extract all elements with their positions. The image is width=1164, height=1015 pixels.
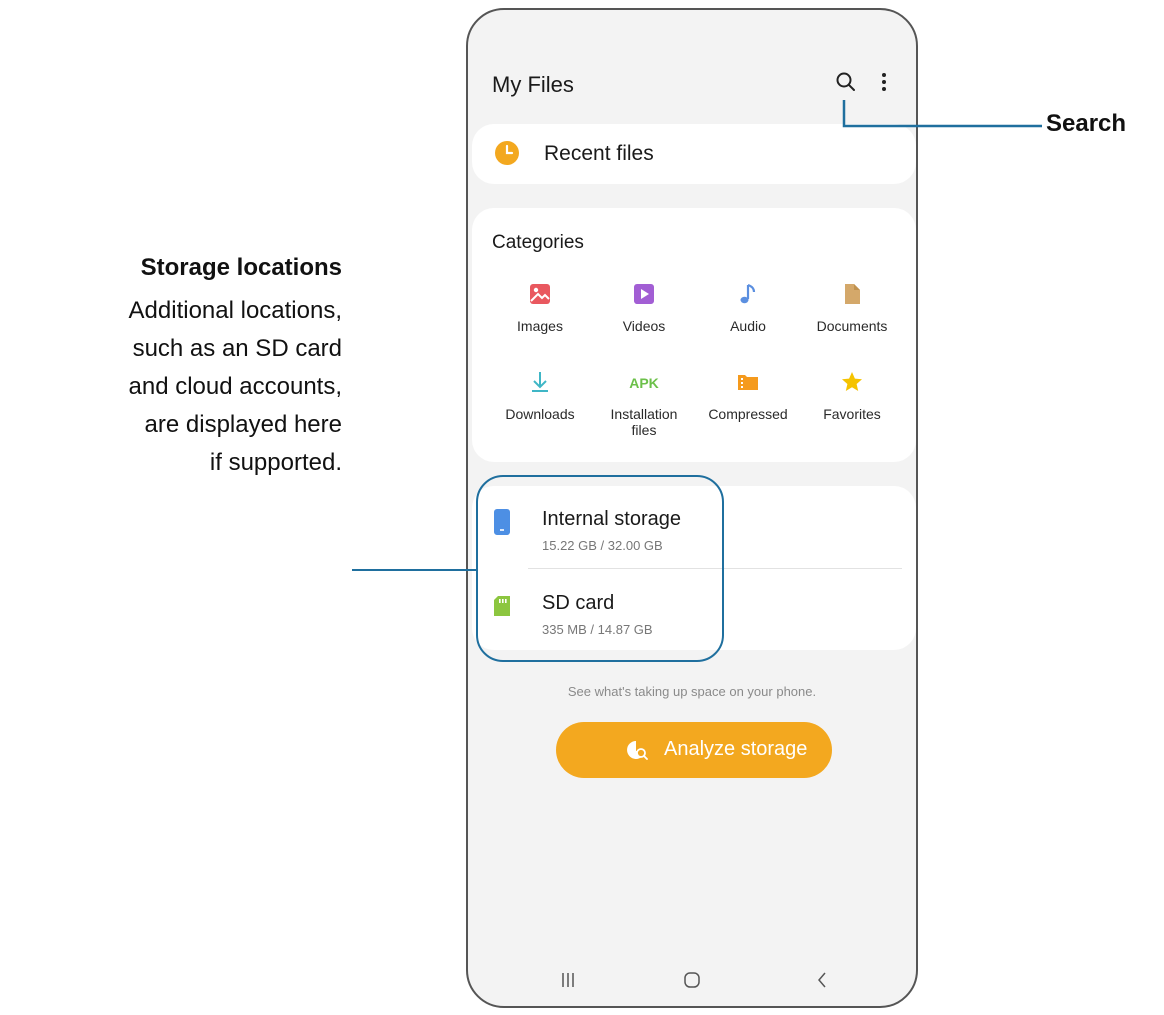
storage-size: 15.22 GB / 32.00 GB: [542, 538, 663, 553]
category-label: Installation files: [610, 406, 678, 438]
star-icon: [842, 372, 862, 391]
svg-text:APK: APK: [629, 375, 659, 391]
category-installation-files[interactable]: APK Installation files: [592, 370, 696, 438]
category-label: Favorites: [823, 406, 881, 422]
navigation-bar: [468, 954, 916, 1002]
storage-size: 335 MB / 14.87 GB: [542, 622, 653, 637]
sd-card-item[interactable]: SD card 335 MB / 14.87 GB: [472, 570, 916, 650]
phone-icon: [494, 509, 510, 535]
recent-files-label: Recent files: [544, 142, 654, 165]
category-audio[interactable]: Audio: [696, 282, 800, 334]
search-icon[interactable]: [834, 70, 858, 94]
page-title: My Files: [492, 72, 574, 97]
divider: [528, 568, 902, 569]
home-icon[interactable]: [672, 962, 712, 998]
search-annotation: Search: [1046, 110, 1127, 137]
annotation-line: if supported.: [209, 449, 342, 476]
recent-apps-icon[interactable]: [548, 962, 588, 998]
category-downloads[interactable]: Downloads: [488, 370, 592, 422]
categories-title: Categories: [492, 232, 584, 253]
archive-icon: [738, 375, 758, 390]
category-documents[interactable]: Documents: [800, 282, 904, 334]
annotation-line: such as an SD card: [132, 335, 342, 362]
storage-name: SD card: [542, 592, 615, 614]
annotation-line: are displayed here: [144, 411, 342, 438]
download-icon: [532, 372, 548, 392]
category-videos[interactable]: Videos: [592, 282, 696, 334]
recent-files-item[interactable]: Recent files: [472, 124, 916, 184]
annotation-line: Additional locations,: [128, 297, 342, 324]
back-icon[interactable]: [802, 962, 842, 998]
apk-icon: APK: [629, 375, 659, 391]
phone-screen: My Files Recent files Categories Images: [466, 8, 918, 1008]
category-compressed[interactable]: Compressed: [696, 370, 800, 422]
analyze-storage-label: Analyze storage: [664, 738, 808, 760]
video-icon: [634, 284, 654, 304]
document-icon: [845, 284, 860, 304]
image-icon: [530, 284, 550, 304]
storage-name: Internal storage: [542, 508, 681, 530]
storage-hint-text: See what's taking up space on your phone…: [567, 684, 817, 699]
category-images[interactable]: Images: [488, 282, 592, 334]
category-label: Documents: [816, 318, 888, 334]
storage-locations-annotation-text: Additional locations, such as an SD card…: [0, 292, 342, 482]
sd-card-icon: [494, 596, 510, 616]
more-options-icon[interactable]: [876, 70, 892, 94]
music-note-icon: [740, 283, 756, 304]
storage-locations-annotation-title: Storage locations: [140, 254, 342, 281]
category-favorites[interactable]: Favorites: [800, 370, 904, 422]
analyze-storage-button[interactable]: Analyze storage: [556, 722, 832, 778]
categories-card: Categories Images Videos Audio Documents…: [472, 208, 916, 462]
category-label: Images: [517, 318, 563, 334]
category-label: Compressed: [708, 406, 788, 422]
storage-locations-card: Internal storage 15.22 GB / 32.00 GB SD …: [472, 486, 916, 650]
internal-storage-item[interactable]: Internal storage 15.22 GB / 32.00 GB: [472, 486, 916, 566]
category-label: Audio: [730, 318, 766, 334]
category-label: Videos: [622, 318, 666, 334]
category-label: Downloads: [505, 406, 575, 422]
analyze-storage-icon: [627, 741, 648, 760]
clock-icon: [495, 141, 519, 165]
annotation-line: and cloud accounts,: [128, 373, 342, 400]
